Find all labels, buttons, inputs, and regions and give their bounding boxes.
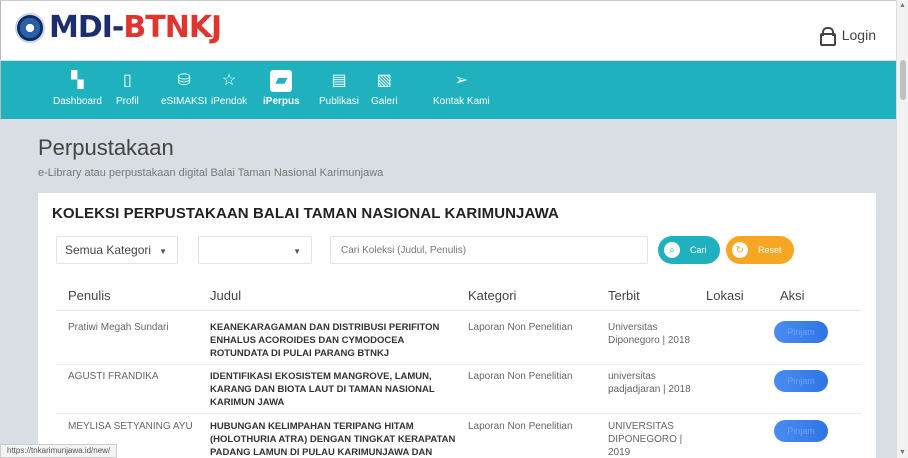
search-input[interactable] xyxy=(330,236,648,264)
column-header-kategori: Kategori xyxy=(468,288,517,303)
judul-line: KARIMUN JAWA xyxy=(210,397,285,408)
column-header-lokasi: Lokasi xyxy=(706,288,744,303)
login-button[interactable]: Login xyxy=(819,27,876,46)
cell-judul[interactable]: HUBUNGAN KELIMPAHAN TERIPANG HITAM (HOLOT… xyxy=(210,420,460,458)
judul-line: IDENTIFIKASI EKOSISTEM MANGROVE, LAMUN, xyxy=(210,371,432,382)
judul-line: KEANEKARAGAMAN DAN DISTRIBUSI PERIFITON xyxy=(210,322,440,333)
nav-item-kontak-kami[interactable]: ➢ Kontak Kami xyxy=(433,71,490,108)
nav-item-esimaksi[interactable]: ⛁ eSIMAKSI xyxy=(161,71,208,108)
column-header-aksi: Aksi xyxy=(780,288,805,303)
chevron-down-icon: ▼ xyxy=(159,247,167,256)
secondary-select[interactable]: ▼ xyxy=(198,236,312,264)
terbit-line: 2019 xyxy=(608,447,631,458)
collection-card: KOLEKSI PERPUSTAKAAN BALAI TAMAN NASIONA… xyxy=(38,193,876,458)
column-header-judul: Judul xyxy=(210,288,242,303)
scrollbar-thumb[interactable] xyxy=(900,60,906,100)
book-icon: ▰ xyxy=(270,70,293,92)
column-header-penulis: Penulis xyxy=(68,288,111,303)
borrow-button[interactable]: Pinjam xyxy=(774,370,828,392)
cell-terbit: UNIVERSITAS DIPONEGORO | 2019 xyxy=(608,420,698,458)
document-icon: ▤ xyxy=(331,72,347,89)
nav-item-label: iPerpus xyxy=(263,96,300,107)
judul-line: ENHALUS ACOROIDES DAN CYMODOCEA xyxy=(210,335,405,346)
esimaksi-icon: ⛁ xyxy=(177,72,191,89)
search-icon: ⌕ xyxy=(662,240,682,260)
cell-terbit: Universitas Diponegoro | 2018 xyxy=(608,321,698,347)
scroll-down-arrow-icon[interactable]: ▼ xyxy=(899,449,906,456)
refresh-icon: ↻ xyxy=(730,240,750,260)
cell-penulis: Pratiwi Megah Sundari xyxy=(68,322,169,333)
cell-penulis: AGUSTI FRANDIKA xyxy=(68,371,159,382)
search-button[interactable]: ⌕ Cari xyxy=(658,236,720,264)
send-icon: ➢ xyxy=(454,72,469,89)
category-select[interactable]: Semua Kategori ▼ xyxy=(56,236,178,264)
nav-item-label: iPendok xyxy=(211,96,248,107)
cell-judul[interactable]: KEANEKARAGAMAN DAN DISTRIBUSI PERIFITON E… xyxy=(210,321,460,360)
nav-item-label: Publikasi xyxy=(319,96,360,107)
table-header-divider xyxy=(56,310,862,311)
judul-line: ROTUNDATA DI PULAI PARANG BTNKJ xyxy=(210,348,390,359)
logo-text: MDI-BTNKJ xyxy=(49,10,222,45)
nav-item-ipendok[interactable]: ☆ iPendok xyxy=(211,71,248,108)
reset-button-label: Reset xyxy=(758,245,782,255)
nav-item-profil[interactable]: ▯ Profil xyxy=(116,71,139,108)
category-select-value: Semua Kategori xyxy=(65,243,152,257)
cell-judul[interactable]: IDENTIFIKASI EKOSISTEM MANGROVE, LAMUN, K… xyxy=(210,370,460,409)
nav-item-publikasi[interactable]: ▤ Publikasi xyxy=(319,71,360,108)
lock-icon xyxy=(819,27,836,46)
cell-terbit: universitas padjadjaran | 2018 xyxy=(608,370,698,396)
reset-button[interactable]: ↻ Reset xyxy=(726,236,794,264)
nav-item-iperpus[interactable]: ▰ iPerpus xyxy=(263,70,300,107)
nav-item-label: eSIMAKSI xyxy=(161,96,208,107)
cell-kategori: Laporan Non Penelitian xyxy=(468,322,573,333)
page-subtitle: e-Library atau perpustakaan digital Bala… xyxy=(38,167,384,179)
search-button-label: Cari xyxy=(690,245,707,255)
terbit-line: padjadjaran | 2018 xyxy=(608,384,691,395)
image-icon: ▧ xyxy=(376,72,392,89)
nav-item-label: Galeri xyxy=(371,96,398,107)
borrow-button[interactable]: Pinjam xyxy=(774,321,828,343)
top-bar: MDI-BTNKJ Login xyxy=(0,0,896,60)
nav-item-label: Kontak Kami xyxy=(433,96,490,107)
judul-line: (HOLOTHURIA ATRA) DENGAN TINGKAT KERAPAT… xyxy=(210,434,456,445)
cell-kategori: Laporan Non Penelitian xyxy=(468,371,573,382)
row-divider xyxy=(56,413,862,414)
status-bar-url: https://tnkarimunjawa.id/new/ xyxy=(0,444,118,458)
judul-line: HUBUNGAN KELIMPAHAN TERIPANG HITAM xyxy=(210,421,414,432)
judul-line: PADANG LAMUN DI PULAU KARIMUNJAWA DAN xyxy=(210,447,433,458)
cell-penulis: MEYLISA SETYANING AYU xyxy=(68,421,193,432)
nav-item-label: Dashboard xyxy=(53,96,102,107)
nav-item-galeri[interactable]: ▧ Galeri xyxy=(371,71,398,108)
row-divider xyxy=(56,364,862,365)
terbit-line: Universitas xyxy=(608,322,658,333)
judul-line: KARANG DAN BIOTA LAUT DI TAMAN NASIONAL xyxy=(210,384,435,395)
login-label: Login xyxy=(841,27,876,43)
star-icon: ☆ xyxy=(221,72,237,89)
chevron-down-icon: ▼ xyxy=(293,247,301,256)
main-nav: ▚ Dashboard ▯ Profil ⛁ eSIMAKSI ☆ iPendok ▰ iPerp… xyxy=(0,61,896,119)
dashboard-icon: ▚ xyxy=(71,72,84,89)
terbit-line: DIPONEGORO | xyxy=(608,434,683,445)
scroll-up-arrow-icon[interactable]: ▲ xyxy=(899,2,906,9)
page-title: Perpustakaan xyxy=(38,135,174,160)
nav-item-label: Profil xyxy=(116,96,139,107)
cell-kategori: Laporan Non Penelitian xyxy=(468,421,573,432)
nav-item-dashboard[interactable]: ▚ Dashboard xyxy=(53,71,102,108)
page-scrollbar[interactable]: ▲ ▼ xyxy=(896,0,908,458)
terbit-line: universitas xyxy=(608,371,656,382)
terbit-line: UNIVERSITAS xyxy=(608,421,674,432)
logo-emblem-icon xyxy=(15,13,45,43)
profile-icon: ▯ xyxy=(122,72,132,89)
site-logo[interactable]: MDI-BTNKJ xyxy=(15,10,222,45)
collection-title: KOLEKSI PERPUSTAKAAN BALAI TAMAN NASIONA… xyxy=(52,205,559,222)
column-header-terbit: Terbit xyxy=(608,288,640,303)
terbit-line: Diponegoro | 2018 xyxy=(608,335,691,346)
borrow-button[interactable]: Pinjam xyxy=(774,420,828,442)
